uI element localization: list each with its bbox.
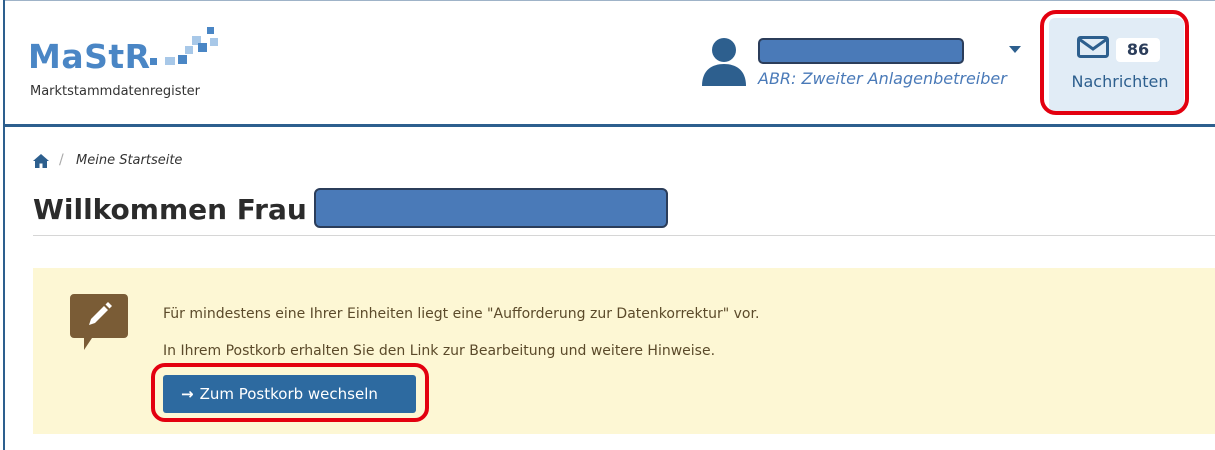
logo-square <box>198 43 207 52</box>
logo-square <box>185 46 193 54</box>
mastr-logo[interactable]: MaStR Marktstammdatenregister <box>28 24 248 104</box>
logo-subtitle: Marktstammdatenregister <box>30 84 201 99</box>
page-title-name <box>314 188 668 228</box>
logo-square <box>150 58 157 65</box>
page-title: Willkommen Frau <box>33 193 307 226</box>
logo-square <box>210 38 218 46</box>
user-icon[interactable] <box>700 36 748 88</box>
notice-text-line2: In Ihrem Postkorb erhalten Sie den Link … <box>163 343 716 359</box>
logo-square <box>207 27 214 34</box>
postbox-button-highlight-frame <box>151 363 429 422</box>
header-divider <box>5 124 1215 127</box>
logo-wordmark: MaStR <box>28 37 151 76</box>
edit-comment-icon <box>70 294 128 350</box>
logo-square <box>165 57 175 65</box>
messages-highlight-frame <box>1040 10 1189 115</box>
notice-text-line1: Für mindestens eine Ihrer Einheiten lieg… <box>163 306 760 322</box>
user-role: ABR: Zweiter Anlagenbetreiber <box>758 69 1007 88</box>
home-icon[interactable] <box>32 153 50 169</box>
breadcrumb-separator: / <box>59 152 64 168</box>
caret-down-icon[interactable] <box>1009 46 1021 53</box>
title-divider <box>33 235 1215 236</box>
breadcrumb-current: Meine Startseite <box>76 153 183 168</box>
logo-square <box>178 55 187 64</box>
user-name[interactable] <box>758 38 964 64</box>
